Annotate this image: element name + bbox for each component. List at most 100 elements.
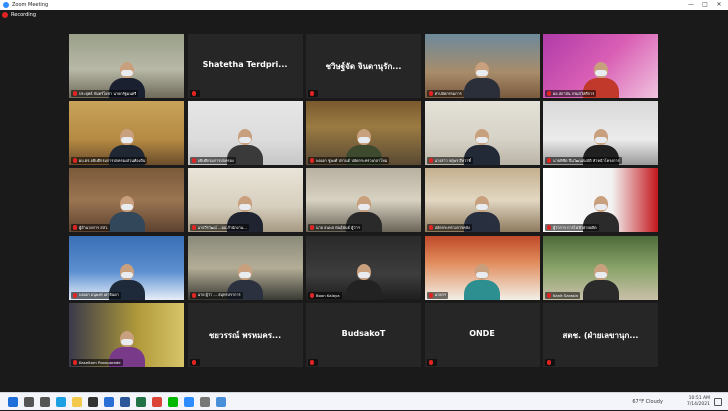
participant-tile[interactable]: ผบ.ตร.อธิบดีกรมการปกครองส่วนท้องถิ่น [69, 101, 184, 166]
participant-figure [464, 263, 500, 300]
participant-tile[interactable]: ผู้อำนวยการ สสว. [69, 168, 184, 233]
participant-name-label: ผู้ว่าการ การไฟฟ้าฝ่ายผลิต [545, 224, 599, 232]
participant-name: Kanit Sarasin [553, 292, 578, 298]
line-icon[interactable] [168, 397, 178, 407]
photos-icon[interactable] [216, 397, 226, 407]
participant-tile[interactable]: นางสาว จตุพร สีหวาทิ์ [424, 101, 540, 166]
participant-name-label: Kanit Sarasin [545, 291, 580, 299]
muted-mic-icon [310, 225, 314, 231]
zoom-icon[interactable] [184, 397, 194, 407]
explorer-icon[interactable] [72, 397, 82, 407]
word-icon[interactable] [120, 397, 130, 407]
excel-icon[interactable] [136, 397, 146, 407]
participant-tile[interactable]: Boon Kalaya [306, 235, 421, 300]
recording-indicator[interactable]: Recording [2, 12, 36, 18]
maximize-button[interactable]: □ [698, 0, 712, 10]
participant-name: ผู้ว่าการ การไฟฟ้าฝ่ายผลิต [553, 224, 597, 230]
participant-name-label [189, 90, 200, 97]
participant-tile[interactable]: BudsakoT [306, 302, 421, 367]
participant-tile[interactable]: อธิบดีกรมการปกครอง [187, 101, 303, 166]
window-titlebar: Zoom Meeting — □ ✕ [0, 0, 728, 10]
muted-mic-icon [191, 359, 196, 365]
participant-name-label [308, 90, 318, 97]
edge-icon[interactable] [56, 397, 66, 407]
muted-mic-icon [547, 359, 551, 365]
participant-name-label [426, 358, 437, 366]
participant-name-label [189, 358, 200, 366]
participant-name: ผอ.สถาบัน กรมสวัสดีการ [553, 90, 595, 96]
muted-mic-icon [310, 91, 314, 96]
search-icon[interactable] [24, 397, 34, 407]
muted-mic-icon [73, 158, 77, 164]
participant-tile[interactable]: Kanit Sarasin [543, 235, 658, 300]
weather-widget[interactable]: 67°F Cloudy [632, 399, 663, 405]
participant-tile[interactable]: ชวิษฐ์จัด จินดานุรัก... [306, 34, 421, 98]
taskbar-clock[interactable]: 10:51 AM 7/14/2021 [687, 396, 710, 408]
participant-tile[interactable]: พลเอก ชูพงศ์ ปรานต์ ปลัดกระทรวงกลาโหม [306, 101, 421, 166]
participant-name: ท่าปลัดกรรมการ [434, 90, 462, 96]
task-view-icon[interactable] [40, 397, 50, 407]
participant-tile[interactable]: Kaseltorn Poonparade [69, 302, 184, 367]
muted-mic-icon [73, 359, 77, 365]
participant-tile[interactable]: นาย ธนพล พันธุ์พันธ์ ผู้ว่าฯ [306, 168, 421, 233]
participant-tile[interactable]: ประยุทธ์ จันทร์โอชา นายกรัฐมนตรี [69, 34, 184, 98]
participant-name: ผู้อำนวยการ สสว. [79, 224, 109, 230]
notification-icon[interactable] [714, 398, 722, 406]
participant-display-name: ONDE [469, 328, 495, 338]
participant-tile[interactable]: นายวีรวัฒน์ ...ผอ.สำนักงาน... [187, 168, 303, 233]
participant-tile[interactable]: Shatetha Terdpri... [187, 34, 303, 98]
participant-tile[interactable]: ONDE [424, 302, 540, 367]
participant-tile[interactable]: สตช. (ฝ่ายเลขานุก... [543, 302, 658, 367]
muted-mic-icon [73, 292, 77, 298]
settings-icon[interactable] [200, 397, 210, 407]
participant-name-label: นายวีรวัฒน์ ...ผอ.สำนักงาน... [189, 224, 249, 232]
participant-name: ปลัดกระทรวงการคลัง [434, 224, 470, 230]
participant-name: Kaseltorn Poonparade [79, 359, 121, 365]
participant-tile[interactable]: ผอ.สถาบัน กรมสวัสดีการ [543, 34, 658, 98]
participant-name-label: นายกฯ [426, 291, 448, 299]
store-icon[interactable] [88, 397, 98, 407]
participant-display-name: ชวิษฐ์จัด จินดานุรัก... [325, 62, 402, 71]
participant-name-label: อธิบดีกรมการปกครอง [189, 157, 236, 165]
participant-name-label: นางสาว จตุพร สีหวาทิ์ [426, 157, 473, 165]
participant-tile[interactable]: ท่าปลัดกรรมการ [424, 34, 540, 98]
participant-name-label: ผู้อำนวยการ สสว. [71, 224, 111, 232]
muted-mic-icon [428, 292, 433, 298]
participant-name: นายพิชิต ปิ่นวัฒนสมบัติ หัวหน้าโครงการ [553, 157, 620, 163]
participant-name-label [308, 358, 318, 366]
participant-tile[interactable]: นายกฯ [424, 235, 540, 300]
start-icon[interactable] [8, 397, 18, 407]
participant-tile[interactable]: พลเอก อนุพงษ์ เผ่าจินดา [69, 235, 184, 300]
recording-label: Recording [11, 12, 37, 18]
participant-display-name: BudsakoT [341, 328, 386, 338]
muted-mic-icon [73, 225, 77, 231]
window-title: Zoom Meeting [12, 2, 49, 8]
chrome-icon[interactable] [152, 397, 162, 407]
participant-name: นายวีรวัฒน์ ...ผอ.สำนักงาน... [197, 224, 247, 230]
muted-mic-icon [428, 91, 433, 96]
muted-mic-icon [547, 225, 551, 231]
participant-tile[interactable]: ผู้ว่าการ การไฟฟ้าฝ่ายผลิต [543, 168, 658, 233]
participant-tile[interactable]: นายพิชิต ปิ่นวัฒนสมบัติ หัวหน้าโครงการ [543, 101, 658, 166]
participant-tile[interactable]: ชยวรรณ์ พรหมคร... [187, 302, 303, 367]
minimize-button[interactable]: — [684, 0, 698, 10]
windows-taskbar: 67°F Cloudy 10:51 AM 7/14/2021 [0, 392, 728, 410]
muted-mic-icon [547, 158, 551, 164]
participant-figure [464, 62, 500, 98]
participant-name: อธิบดีกรมการปกครอง [197, 157, 234, 163]
participant-name: Boon Kalaya [316, 292, 340, 298]
participant-name-label [545, 358, 555, 366]
muted-mic-icon [547, 91, 551, 96]
participant-name: พลเอก ชูพงศ์ ปรานต์ ปลัดกระทรวงกลาโหม [316, 157, 388, 163]
close-button[interactable]: ✕ [712, 0, 726, 10]
participant-tile[interactable]: ปลัดกระทรวงการคลัง [424, 168, 540, 233]
mail-icon[interactable] [104, 397, 114, 407]
muted-mic-icon [428, 158, 433, 164]
participant-tile[interactable]: นาย ผู้ว่า ... สมุทรปราการ [187, 235, 303, 300]
participant-name: นายกฯ [434, 292, 446, 298]
participant-name-label: พลเอก อนุพงษ์ เผ่าจินดา [71, 291, 121, 299]
muted-mic-icon [310, 158, 314, 164]
recording-bar: Recording [0, 10, 728, 22]
system-tray: 67°F Cloudy 10:51 AM 7/14/2021 [632, 393, 722, 411]
participant-name-label: ผบ.ตร.อธิบดีกรมการปกครองส่วนท้องถิ่น [71, 157, 148, 165]
